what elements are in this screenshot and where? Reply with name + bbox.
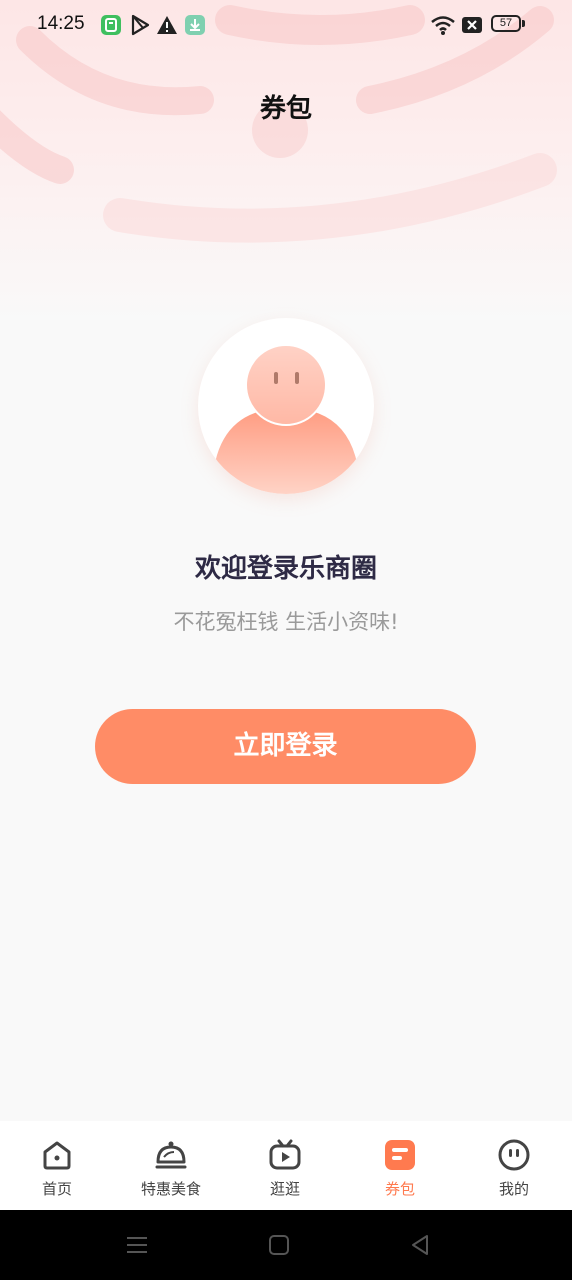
welcome-title: 欢迎登录乐商圈 — [194, 554, 377, 584]
tab-label: 逛逛 — [269, 1180, 300, 1198]
login-button[interactable]: 立即登录 — [95, 709, 476, 784]
battery-icon: 57 — [491, 15, 521, 32]
tab-home[interactable]: 首页 — [0, 1121, 114, 1210]
wifi-icon — [431, 16, 455, 35]
system-nav-bar — [0, 1210, 572, 1280]
video-tv-icon — [269, 1139, 301, 1170]
status-bar: 14:25 57 — [0, 0, 572, 52]
download-icon — [185, 15, 205, 35]
warning-icon — [157, 16, 177, 34]
tab-mine[interactable]: 我的 — [457, 1121, 571, 1210]
tab-label: 特惠美食 — [140, 1180, 201, 1198]
home-square-icon[interactable] — [266, 1232, 292, 1258]
home-icon — [43, 1141, 71, 1170]
tab-label: 券包 — [384, 1180, 415, 1198]
avatar — [198, 318, 374, 494]
play-store-icon — [131, 14, 150, 36]
battery-tip — [522, 20, 525, 27]
menu-icon[interactable] — [124, 1232, 150, 1258]
status-time: 14:25 — [37, 13, 85, 34]
app-notification-icon — [101, 15, 121, 35]
welcome-subtitle: 不花冤枉钱 生活小资味! — [173, 610, 399, 634]
page-title: 券包 — [259, 94, 312, 124]
screen: 14:25 57 券包 欢迎登录乐商圈 不花冤枉钱 生活小资味! 立即登录 首页… — [0, 0, 572, 1280]
profile-face-icon — [498, 1139, 530, 1171]
default-avatar-icon — [212, 344, 360, 494]
tab-label: 我的 — [498, 1180, 529, 1198]
tab-label: 首页 — [41, 1180, 72, 1198]
food-cloche-icon — [155, 1141, 187, 1169]
sim-off-icon — [462, 17, 482, 33]
back-triangle-icon[interactable] — [407, 1232, 433, 1258]
coupon-icon — [385, 1140, 415, 1170]
tab-coupons[interactable]: 券包 — [343, 1121, 457, 1210]
tab-food-deals[interactable]: 特惠美食 — [114, 1121, 228, 1210]
tab-browse[interactable]: 逛逛 — [228, 1121, 342, 1210]
bottom-tab-bar: 首页 特惠美食 逛逛 券包 我的 — [0, 1121, 572, 1210]
